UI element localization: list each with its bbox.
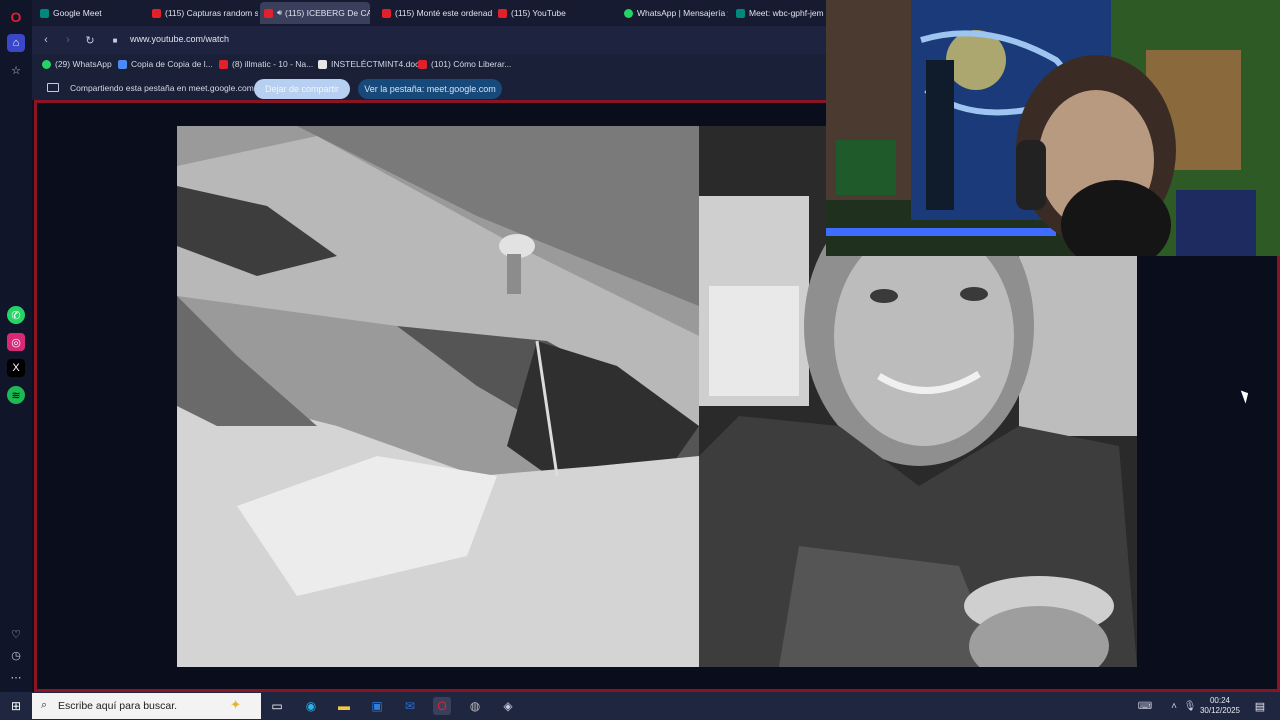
- taskbar-clock[interactable]: 00:24 30/12/2025: [1200, 696, 1240, 716]
- stop-sharing-button[interactable]: Dejar de compartir: [254, 79, 350, 99]
- file-explorer-icon[interactable]: ▬: [335, 697, 353, 715]
- youtube-icon: [498, 8, 507, 18]
- notification-icon[interactable]: ▤: [1251, 697, 1269, 715]
- whatsapp-icon[interactable]: ✆: [7, 306, 25, 324]
- doc-icon: [118, 59, 127, 69]
- video-frame-left[interactable]: [177, 126, 699, 667]
- tab-google-meet[interactable]: Google Meet: [36, 2, 146, 24]
- tab-whatsapp[interactable]: WhatsApp | Mensajería y: [620, 2, 728, 24]
- webcam-feed-image: [826, 0, 1280, 256]
- instagram-icon[interactable]: ◎: [7, 333, 25, 351]
- screen-share-icon: [47, 83, 59, 92]
- tab-label: Google Meet: [53, 8, 102, 18]
- opera-logo-icon[interactable]: O: [7, 8, 25, 26]
- search-highlight-icon: ✦: [230, 697, 241, 712]
- taskbar-search-box[interactable]: ⌕ Escribe aquí para buscar. ✦: [32, 693, 261, 719]
- task-view-icon[interactable]: ▭: [268, 697, 286, 715]
- heart-icon[interactable]: ♡: [7, 625, 25, 643]
- tab-label: WhatsApp | Mensajería y: [637, 8, 728, 18]
- search-icon: ⌕: [41, 699, 48, 711]
- clock-date: 30/12/2025: [1199, 706, 1240, 715]
- whatsapp-icon: [624, 8, 633, 18]
- go-to-meet-tab-button[interactable]: Ver la pestaña: meet.google.com: [358, 79, 502, 99]
- rock-slope-image: [177, 126, 699, 667]
- store-icon[interactable]: ▣: [368, 697, 386, 715]
- bookmark-label: (101) Cómo Liberar...: [431, 59, 512, 69]
- star-icon[interactable]: ☆: [7, 61, 25, 79]
- whatsapp-icon: [42, 59, 51, 69]
- forward-icon[interactable]: ›: [61, 33, 75, 47]
- tab-monte[interactable]: (115) Monté este ordenad: [378, 2, 494, 24]
- youtube-icon: [382, 8, 391, 18]
- speaker-icon: 🔊︎: [277, 8, 283, 17]
- microphone-icon[interactable]: 🎙︎: [1181, 697, 1199, 715]
- sharing-bar: Compartiendo esta pestaña en meet.google…: [32, 76, 826, 100]
- tab-label: Meet: wbc-gphf-jem: [749, 8, 824, 18]
- more-icon[interactable]: ⋯: [7, 668, 25, 686]
- sharing-status-text: Compartiendo esta pestaña en meet.google…: [70, 83, 254, 93]
- edge-icon[interactable]: ◉: [302, 697, 320, 715]
- address-bar: ‹ › ↻ ■ www.youtube.com/watch: [32, 26, 826, 54]
- url-field[interactable]: www.youtube.com/watch: [130, 34, 229, 44]
- tab-meet-code[interactable]: Meet: wbc-gphf-jem: [732, 2, 826, 24]
- bookmark-doc[interactable]: INSTELÉCTMINT4.doc: [318, 59, 419, 69]
- file-icon: [318, 59, 327, 69]
- webcam-overlay: [826, 0, 1280, 256]
- youtube-icon: [264, 8, 273, 18]
- lock-icon[interactable]: ■: [108, 33, 122, 47]
- opera-taskbar-icon[interactable]: O: [433, 697, 451, 715]
- history-icon[interactable]: ◷: [7, 646, 25, 664]
- x-icon[interactable]: X: [7, 359, 25, 377]
- bookmark-label: (8) illmatic - 10 - Na...: [232, 59, 314, 69]
- bookmark-label: (29) WhatsApp: [55, 59, 112, 69]
- clock-time: 00:24: [1209, 696, 1230, 705]
- mail-icon[interactable]: ✉: [401, 697, 419, 715]
- bookmark-illmatic[interactable]: (8) illmatic - 10 - Na...: [219, 59, 313, 69]
- tab-strip: Google Meet (115) Capturas random si 🔊︎(…: [32, 0, 826, 26]
- windows-taskbar: ⊞ ⌕ Escribe aquí para buscar. ✦ ▭ ◉ ▬ ▣ …: [0, 692, 1280, 720]
- youtube-icon: [418, 59, 427, 69]
- spotify-icon[interactable]: ≋: [7, 386, 25, 404]
- tab-youtube[interactable]: (115) YouTube: [494, 2, 604, 24]
- meet-icon: [40, 8, 49, 18]
- meet-icon: [736, 8, 745, 18]
- bookmark-como-liberar[interactable]: (101) Cómo Liberar...: [418, 59, 511, 69]
- windows-start-icon[interactable]: ⊞: [7, 697, 25, 715]
- tab-capturas[interactable]: (115) Capturas random si: [148, 2, 258, 24]
- tab-label: (115) Capturas random si: [165, 8, 258, 18]
- home-icon[interactable]: ⌂: [7, 34, 25, 52]
- bookmark-whatsapp[interactable]: (29) WhatsApp: [42, 59, 112, 69]
- bookmarks-bar: (29) WhatsApp Copia de Copia de l... (8)…: [32, 54, 826, 76]
- tab-label: (115) ICEBERG De CA: [285, 8, 370, 18]
- keyboard-icon[interactable]: ⌨: [1136, 697, 1154, 715]
- bookmark-label: Copia de Copia de l...: [131, 59, 213, 69]
- youtube-icon: [152, 8, 161, 18]
- app-icon[interactable]: ◈: [499, 697, 517, 715]
- browser-sidebar: O ⌂ ☆ ✆ ◎ X ≋ ♡ ◷ ⋯: [0, 0, 32, 692]
- tab-label: (115) Monté este ordenad: [395, 8, 493, 18]
- obs-icon[interactable]: ◍: [466, 697, 484, 715]
- reload-icon[interactable]: ↻: [83, 33, 97, 47]
- bookmark-copia[interactable]: Copia de Copia de l...: [118, 59, 213, 69]
- search-placeholder: Escribe aquí para buscar.: [58, 700, 178, 712]
- tab-iceberg[interactable]: 🔊︎ (115) ICEBERG De CA: [260, 2, 370, 24]
- tab-label: (115) YouTube: [511, 8, 566, 18]
- bookmark-label: INSTELÉCTMINT4.doc: [331, 59, 420, 69]
- back-icon[interactable]: ‹: [39, 33, 53, 47]
- youtube-icon: [219, 59, 228, 69]
